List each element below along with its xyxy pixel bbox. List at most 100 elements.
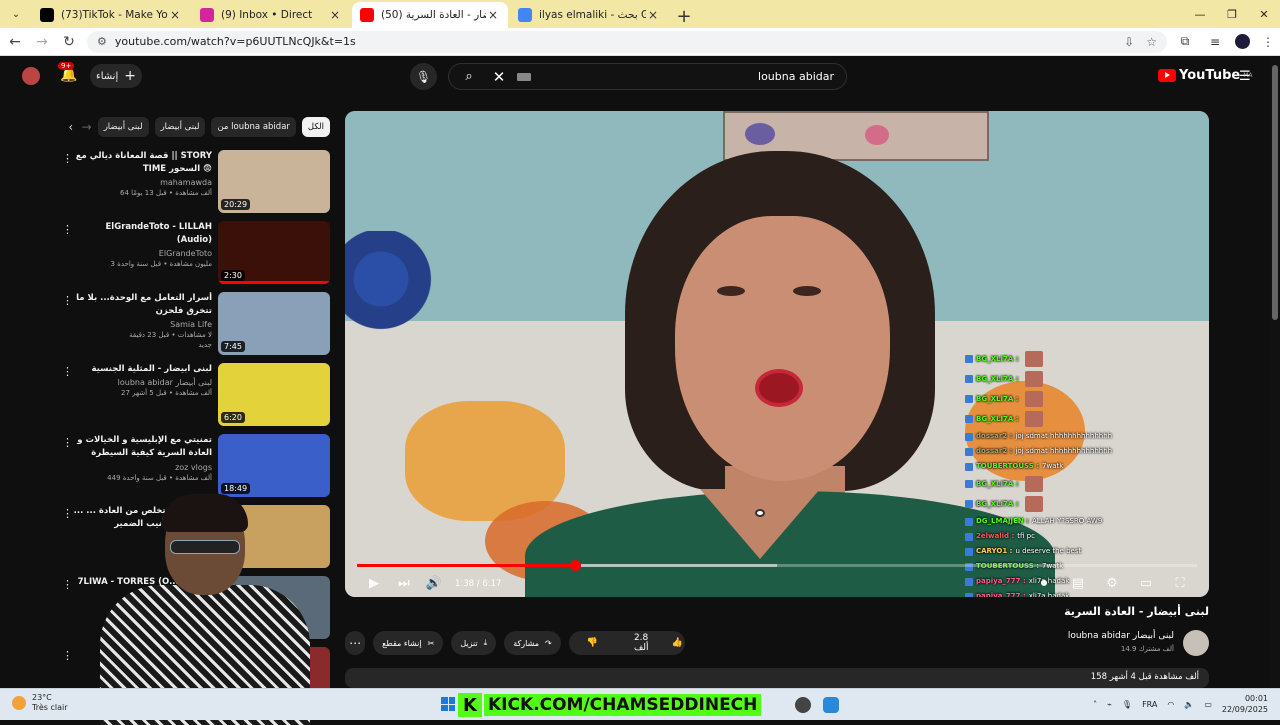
close-tab-icon[interactable]: ×	[646, 8, 660, 22]
recommendation-item[interactable]: 20:29 قصة المعاناة ديالي مع || STORY TIM…	[58, 150, 330, 218]
close-window-icon[interactable]: ✕	[1248, 0, 1280, 28]
recommendation-item[interactable]: 2:30 ElGrandeToto - LILLAH (Audio) ElGra…	[58, 221, 330, 289]
tray-chevron-icon[interactable]: ˄	[1093, 700, 1097, 709]
autoplay-toggle-icon[interactable]: ⏺	[1029, 576, 1059, 591]
more-options-icon[interactable]: ⋮	[62, 507, 73, 520]
battery-icon[interactable]: ▭	[1204, 700, 1212, 709]
chevron-right-icon[interactable]: →	[82, 120, 92, 134]
search-input[interactable]: loubna abidar	[531, 70, 846, 83]
video-player[interactable]: BG_XLI7A : BG_XLI7A : BG_XLI7A : BG_XLI7…	[345, 111, 1209, 597]
chip-0[interactable]: الكل	[301, 117, 330, 137]
video-thumbnail[interactable]: 20:29	[218, 150, 330, 213]
video-title[interactable]: ElGrandeToto - LILLAH (Audio)	[72, 221, 213, 247]
clear-search-icon[interactable]: ✕	[489, 68, 509, 86]
browser-tab-3[interactable]: ilyas elmaliki - بحث Google ×	[510, 2, 668, 28]
chip-1[interactable]: من loubna abidar	[211, 117, 296, 137]
video-thumbnail[interactable]: 18:49	[218, 434, 330, 497]
subtitles-icon[interactable]: ▤	[1063, 576, 1093, 591]
search-icon[interactable]: ⌕	[449, 69, 489, 84]
notifications-bell-icon[interactable]: 🔔 9+	[58, 62, 77, 83]
address-bar[interactable]: ⚙ youtube.com/watch?v=p6UUTLNcQJk&t=1s ⇩…	[87, 30, 1167, 53]
page-scrollbar[interactable]	[1270, 57, 1280, 688]
voice-search-icon[interactable]: 🎙	[410, 63, 437, 90]
recommendation-item[interactable]: 6:20 لبنى ابيضار - المثلية الجنسية loubn…	[58, 363, 330, 431]
bookmark-star-icon[interactable]: ☆	[1146, 35, 1157, 49]
new-tab-button[interactable]: +	[672, 4, 696, 28]
description-box[interactable]: 158 ألف مشاهدة قبل 4 أشهر	[345, 668, 1209, 688]
channel-avatar[interactable]	[1183, 630, 1209, 656]
browser-tab-2[interactable]: (50) لبنى أبيضار - العادة السرية ×	[352, 2, 508, 28]
network-icon[interactable]: ⌁	[1107, 700, 1112, 709]
site-info-icon[interactable]: ⚙	[97, 35, 107, 48]
chip-2[interactable]: لبنى أبيضار	[154, 117, 206, 137]
download-button[interactable]: تنزيل ⤓	[451, 631, 497, 655]
account-avatar[interactable]	[22, 67, 40, 85]
forward-icon[interactable]: →	[30, 30, 54, 54]
wifi-icon[interactable]: ◠	[1167, 700, 1174, 709]
more-actions-icon[interactable]: ⋯	[345, 631, 366, 655]
back-icon[interactable]: ←	[3, 30, 27, 54]
browser-tab-0[interactable]: (73)TikTok - Make Your Day ×	[32, 2, 190, 28]
browser-tab-1[interactable]: (9) Inbox • Direct ×	[192, 2, 350, 28]
video-thumbnail[interactable]: 7:45	[218, 292, 330, 355]
fullscreen-icon[interactable]: ⛶	[1165, 576, 1195, 591]
more-options-icon[interactable]: ⋮	[62, 436, 73, 449]
profile-avatar[interactable]	[1235, 34, 1250, 49]
more-options-icon[interactable]: ⋮	[62, 365, 73, 378]
like-button[interactable]: 2.8 ألف 👍	[616, 631, 685, 655]
extensions-icon[interactable]: ⧉	[1173, 34, 1197, 49]
video-title[interactable]: قصة المعاناة ديالي مع || STORY TIME السح…	[72, 150, 212, 176]
settings-gear-icon[interactable]: ⚙	[1097, 576, 1127, 591]
recommendation-item[interactable]: 7:45 أسرار التعامل مع الوحدة... بلا ما ت…	[58, 292, 330, 360]
scrollbar-thumb[interactable]	[1272, 65, 1278, 320]
chip-3[interactable]: لبنى أبيضار	[97, 117, 149, 137]
taskbar-app-icon[interactable]	[823, 697, 839, 713]
channel-name[interactable]: Samia Life	[72, 320, 212, 329]
dislike-button[interactable]: 👎	[569, 631, 616, 655]
clock[interactable]: 00:01 22/09/2025	[1222, 693, 1268, 715]
language-indicator[interactable]: FRA	[1142, 700, 1157, 709]
obs-app-icon[interactable]	[795, 697, 811, 713]
tab-search-button[interactable]: ⌄	[4, 2, 28, 26]
share-button[interactable]: مشاركة ↷	[504, 631, 561, 655]
more-options-icon[interactable]: ⋮	[62, 294, 73, 307]
video-thumbnail[interactable]: 6:20	[218, 363, 330, 426]
channel-name[interactable]: loubna abidar لبنى أبيضار	[1068, 631, 1174, 641]
more-options-icon[interactable]: ⋮	[62, 649, 73, 662]
chevron-left-icon[interactable]: ‹	[66, 120, 76, 134]
theater-mode-icon[interactable]: ▭	[1131, 576, 1161, 591]
close-tab-icon[interactable]: ×	[328, 8, 342, 22]
weather-widget[interactable]: 23°C Très clair	[12, 693, 68, 713]
video-thumbnail[interactable]: 2:30	[218, 221, 330, 284]
play-icon[interactable]: ▶	[359, 576, 389, 591]
clip-button[interactable]: إنشاء مقطع ✂	[373, 631, 444, 655]
next-icon[interactable]: ⏭	[389, 576, 419, 591]
more-options-icon[interactable]: ⋮	[62, 152, 73, 165]
windows-start-icon[interactable]	[441, 697, 455, 711]
channel-name[interactable]: mahamawda	[72, 178, 212, 187]
close-tab-icon[interactable]: ×	[168, 8, 182, 22]
video-title[interactable]: أسرار التعامل مع الوحدة... بلا ما تتخرق …	[72, 292, 212, 318]
video-title[interactable]: لبنى ابيضار - المثلية الجنسية	[72, 363, 212, 376]
media-control-icon[interactable]: ≡	[1203, 35, 1227, 49]
guide-menu-icon[interactable]: ☰	[1239, 69, 1251, 84]
close-tab-icon[interactable]: ×	[486, 8, 500, 22]
search-bar[interactable]: ⌕ ✕ loubna abidar	[448, 63, 847, 90]
mic-tray-icon[interactable]: 🎙	[1122, 700, 1132, 709]
volume-icon[interactable]: 🔊	[419, 576, 449, 591]
more-options-icon[interactable]: ⋮	[62, 223, 73, 236]
more-options-icon[interactable]: ⋮	[62, 578, 73, 591]
seek-bar[interactable]	[357, 560, 1197, 571]
browser-menu-icon[interactable]: ⋮	[1256, 35, 1280, 49]
install-app-icon[interactable]: ⇩	[1124, 35, 1134, 49]
video-title[interactable]: تمنيتي مع الإبليسية و الخيالات و العادة …	[72, 434, 212, 461]
create-button[interactable]: إنشاء +	[90, 64, 142, 88]
keyboard-icon[interactable]	[517, 72, 531, 81]
maximize-icon[interactable]: ❐	[1216, 0, 1248, 28]
channel-name[interactable]: zoz vlogs	[72, 463, 212, 472]
minimize-icon[interactable]: —	[1184, 0, 1216, 28]
speaker-icon[interactable]: 🔈	[1184, 700, 1194, 709]
reload-icon[interactable]: ↻	[57, 30, 81, 54]
channel-name[interactable]: loubna abidar لبنى أبيضار	[72, 378, 212, 387]
channel-name[interactable]: ElGrandeToto	[72, 249, 212, 258]
